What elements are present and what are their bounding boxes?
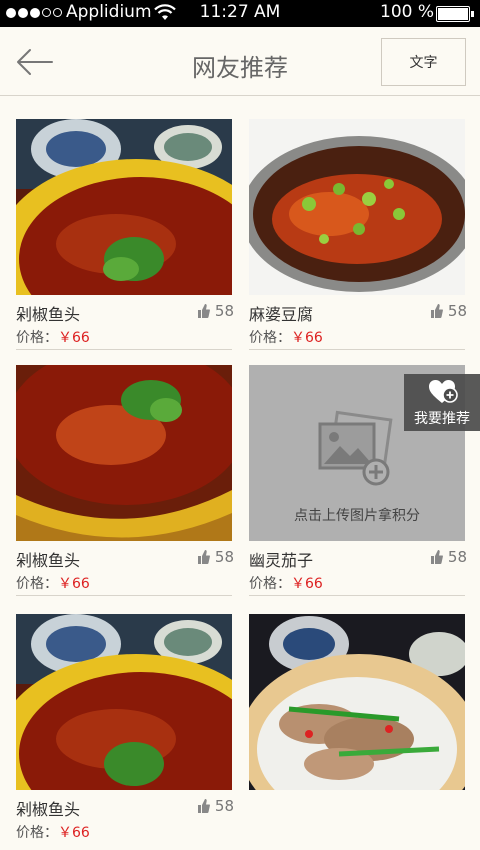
- dish-name: 幽灵茄子: [249, 551, 314, 570]
- like-count-value: 58: [214, 548, 234, 566]
- price-value: ￥66: [291, 330, 323, 346]
- battery-percentage: 100 %: [380, 2, 435, 22]
- price-value: ￥66: [58, 576, 90, 592]
- like-count[interactable]: 58: [430, 548, 467, 566]
- price-label: 价格：: [249, 576, 291, 592]
- like-count-value: 58: [214, 302, 234, 320]
- dish-name: 剁椒鱼头: [16, 305, 81, 324]
- thumbs-up-icon: [430, 304, 443, 318]
- dish-price: 价格：￥66: [16, 573, 90, 593]
- card-divider: [16, 349, 232, 350]
- chili-fish-head-photo[interactable]: [16, 119, 232, 295]
- chili-fish-head-photo[interactable]: [16, 614, 232, 790]
- card-divider: [249, 349, 465, 350]
- dish-card[interactable]: 剁椒鱼头 58 价格：￥66: [16, 119, 234, 355]
- thumbs-up-icon: [197, 799, 210, 813]
- price-value: ￥66: [291, 576, 323, 592]
- thumbs-up-icon: [197, 550, 210, 564]
- price-label: 价格：: [16, 576, 58, 592]
- dish-price: 价格：￥66: [249, 573, 323, 593]
- price-value: ￥66: [58, 825, 90, 841]
- like-count[interactable]: 58: [197, 302, 234, 320]
- recommend-label: 我要推荐: [414, 411, 470, 427]
- dish-price: 价格：￥66: [16, 822, 90, 842]
- navigation-bar: 网友推荐 文字: [0, 27, 480, 96]
- card-divider: [249, 595, 465, 596]
- dish-name: 麻婆豆腐: [249, 305, 314, 324]
- heart-add-icon: [429, 380, 458, 403]
- dish-name: 剁椒鱼头: [16, 551, 81, 570]
- status-bar: Applidium 11:27 AM 100 %: [0, 0, 480, 27]
- image-upload-icon: [318, 410, 393, 486]
- price-label: 价格：: [16, 825, 58, 841]
- price-label: 价格：: [16, 330, 58, 346]
- dish-card[interactable]: 剁椒鱼头 58 价格：￥66: [16, 614, 234, 850]
- braised-fish-photo[interactable]: [249, 119, 465, 295]
- dish-card[interactable]: 剁椒鱼头 58 价格：￥66: [16, 365, 234, 601]
- price-value: ￥66: [58, 330, 90, 346]
- chili-fish-head-photo[interactable]: [16, 365, 232, 541]
- like-count[interactable]: 58: [430, 302, 467, 320]
- upload-prompt: 点击上传图片拿积分: [294, 508, 420, 524]
- thumbs-up-icon: [197, 304, 210, 318]
- dish-card[interactable]: [249, 614, 467, 850]
- card-divider: [16, 595, 232, 596]
- battery-icon: [436, 6, 474, 22]
- dish-card[interactable]: 麻婆豆腐 58 价格：￥66: [249, 119, 467, 355]
- like-count[interactable]: 58: [197, 548, 234, 566]
- text-mode-button[interactable]: 文字: [381, 38, 466, 86]
- sliced-meat-photo[interactable]: [249, 614, 465, 790]
- dish-price: 价格：￥66: [249, 327, 323, 347]
- thumbs-up-icon: [430, 550, 443, 564]
- like-count-value: 58: [447, 548, 467, 566]
- like-count-value: 58: [447, 302, 467, 320]
- recommend-button[interactable]: 我要推荐: [404, 374, 480, 431]
- price-label: 价格：: [249, 330, 291, 346]
- dish-price: 价格：￥66: [16, 327, 90, 347]
